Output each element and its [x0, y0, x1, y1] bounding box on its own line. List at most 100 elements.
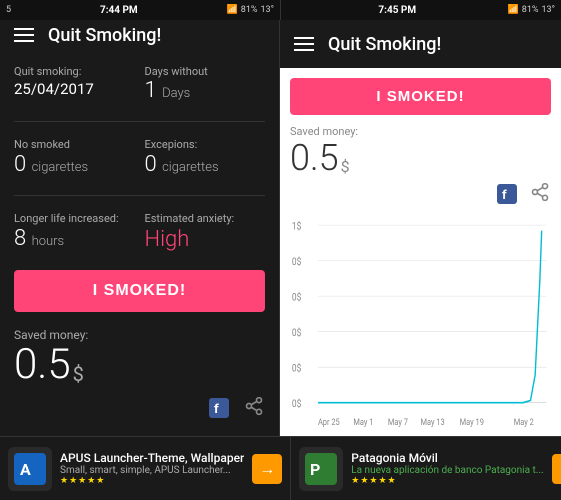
right-ad-text: Patagonia Móvil La nueva aplicación de b…	[351, 451, 543, 486]
left-ad-block[interactable]: A APUS Launcher-Theme, Wallpaper Small, …	[0, 436, 291, 500]
left-ad-title: APUS Launcher-Theme, Wallpaper	[60, 451, 244, 465]
left-smoked-button[interactable]: I SMOKED!	[14, 270, 265, 312]
exceptions-value: 0 cigarettes	[145, 153, 266, 177]
right-status-bar: 7:45 PM 📶 81% 13°	[281, 0, 561, 20]
days-without-number: 1	[145, 78, 157, 103]
quit-smoking-date: 25/04/2017	[14, 80, 135, 98]
left-status-time: 7:44 PM	[100, 5, 138, 16]
stats-row-3: Longer life increased: 8 hours Estimated…	[14, 212, 265, 252]
savings-chart: 1$ 0$ 0$ 0$ 0$ 0$ Apr 25 May 1 May 7 May…	[290, 214, 551, 436]
right-ad-block[interactable]: P Patagonia Móvil La nueva aplicación de…	[291, 436, 561, 500]
left-ad-subtitle: Small, smart, simple, APUS Launcher...	[60, 465, 244, 476]
right-signal-icon: 📶	[508, 5, 519, 15]
right-ad-stars: ★★★★★	[351, 476, 543, 486]
svg-text:0$: 0$	[292, 327, 301, 339]
quit-smoking-label: Quit smoking:	[14, 65, 135, 78]
svg-text:May 2: May 2	[514, 416, 534, 427]
left-panel-content: Quit smoking: 25/04/2017 Days without 1 …	[0, 51, 279, 436]
exceptions-unit: cigarettes	[162, 160, 218, 175]
dual-status-bar: 5 7:44 PM 📶 81% 13° 7:45 PM 📶 81% 13°	[0, 0, 561, 20]
left-temp-text: 13°	[261, 5, 274, 15]
right-share-icon[interactable]	[529, 182, 551, 207]
right-hamburger-line-2	[294, 43, 314, 45]
left-status-app-indicator: 5	[6, 5, 11, 15]
anxiety-value: High	[145, 227, 266, 252]
left-status-bar: 5 7:44 PM 📶 81% 13°	[0, 0, 281, 20]
right-content: I SMOKED! Saved money: 0.5 $ f	[280, 68, 561, 436]
right-ad-icon: P	[299, 447, 343, 491]
no-smoked-block: No smoked 0 cigarettes	[14, 138, 135, 177]
left-ad-text: APUS Launcher-Theme, Wallpaper Small, sm…	[60, 451, 244, 486]
longer-life-value: 8 hours	[14, 227, 135, 251]
left-hamburger-menu[interactable]	[14, 28, 34, 42]
left-status-right: 📶 81% 13°	[227, 5, 274, 15]
left-saved-money-currency: $	[73, 362, 84, 386]
left-battery-text: 81%	[241, 5, 258, 15]
left-status-left: 5	[6, 5, 11, 15]
left-social-row: f	[14, 394, 265, 422]
right-facebook-icon[interactable]: f	[493, 180, 521, 208]
left-app-bar: Quit Smoking!	[0, 20, 279, 51]
exceptions-block: Excepions: 0 cigarettes	[145, 138, 266, 177]
right-ad-title: Patagonia Móvil	[351, 451, 543, 465]
chart-container: 1$ 0$ 0$ 0$ 0$ 0$ Apr 25 May 1 May 7 May…	[290, 214, 551, 436]
svg-text:A: A	[20, 460, 31, 479]
svg-text:f: f	[502, 188, 507, 203]
right-ad-arrow[interactable]: →	[552, 454, 561, 484]
longer-life-unit: hours	[32, 234, 65, 249]
divider-2	[14, 195, 265, 196]
right-panel: Quit Smoking! I SMOKED! Saved money: 0.5…	[280, 20, 561, 436]
right-status-time: 7:45 PM	[378, 5, 416, 16]
right-app-bar: Quit Smoking!	[280, 20, 561, 68]
right-hamburger-line-1	[294, 37, 314, 39]
right-saved-money-value: 0.5	[290, 140, 339, 176]
right-social-row: f	[290, 180, 551, 208]
left-saved-money-value: 0.5	[14, 344, 71, 386]
divider-1	[14, 121, 265, 122]
right-saved-money-currency: $	[341, 157, 350, 176]
main-container: Quit Smoking! Quit smoking: 25/04/2017 D…	[0, 20, 561, 436]
no-smoked-label: No smoked	[14, 138, 135, 151]
left-facebook-icon[interactable]: f	[205, 394, 233, 422]
left-ad-arrow[interactable]: →	[252, 454, 282, 484]
right-battery-text: 81%	[522, 5, 539, 15]
right-temp-text: 13°	[542, 5, 555, 15]
patagonia-icon: P	[305, 453, 337, 485]
right-saved-money-display: 0.5 $	[290, 140, 551, 176]
left-ad-stars: ★★★★★	[60, 476, 244, 486]
quit-smoking-block: Quit smoking: 25/04/2017	[14, 65, 135, 103]
hamburger-line-1	[14, 28, 34, 30]
exceptions-label: Excepions:	[145, 138, 266, 151]
right-smoked-button[interactable]: I SMOKED!	[290, 78, 551, 115]
stats-row-1: Quit smoking: 25/04/2017 Days without 1 …	[14, 65, 265, 103]
left-signal-icon: 📶	[227, 5, 238, 15]
right-app-title: Quit Smoking!	[328, 34, 441, 55]
anxiety-label: Estimated anxiety:	[145, 212, 266, 225]
days-without-value: 1 Days	[145, 78, 266, 103]
hamburger-line-2	[14, 34, 34, 36]
svg-text:May 1: May 1	[353, 416, 373, 427]
svg-text:0$: 0$	[292, 292, 301, 304]
left-share-icon[interactable]	[243, 396, 265, 421]
left-saved-money-display: 0.5 $	[14, 344, 265, 386]
svg-text:0$: 0$	[292, 256, 301, 268]
longer-life-label: Longer life increased:	[14, 212, 135, 225]
days-without-unit: Days	[162, 86, 190, 101]
svg-text:f: f	[214, 402, 219, 417]
days-without-block: Days without 1 Days	[145, 65, 266, 103]
left-panel: Quit Smoking! Quit smoking: 25/04/2017 D…	[0, 20, 280, 436]
hamburger-line-3	[14, 40, 34, 42]
right-status-right: 📶 81% 13°	[508, 5, 555, 15]
longer-life-block: Longer life increased: 8 hours	[14, 212, 135, 252]
apus-icon: A	[14, 453, 46, 485]
right-ad-subtitle: La nueva aplicación de banco Patagonia t…	[351, 465, 543, 476]
svg-text:0$: 0$	[292, 363, 301, 375]
svg-text:Apr 25: Apr 25	[318, 416, 340, 427]
right-hamburger-line-3	[294, 49, 314, 51]
no-smoked-value: 0 cigarettes	[14, 153, 135, 177]
stats-row-2: No smoked 0 cigarettes Excepions: 0 ciga…	[14, 138, 265, 177]
right-hamburger-menu[interactable]	[294, 37, 314, 51]
no-smoked-unit: cigarettes	[32, 160, 88, 175]
svg-text:1$: 1$	[292, 221, 301, 233]
bottom-ads: A APUS Launcher-Theme, Wallpaper Small, …	[0, 436, 561, 500]
